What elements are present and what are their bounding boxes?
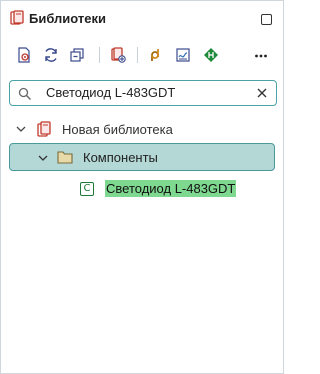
toolbar-separator	[99, 47, 100, 63]
more-button[interactable]	[251, 45, 271, 65]
panel-title: Библиотеки	[29, 11, 107, 26]
restore-window-icon[interactable]	[261, 14, 272, 25]
library-book-icon	[37, 121, 51, 137]
preview-button[interactable]	[14, 45, 34, 65]
tree-item-label: Светодиод L-483GDT	[105, 180, 237, 197]
link-icon	[151, 49, 159, 61]
search-icon	[18, 87, 31, 100]
graph-icon	[176, 48, 190, 62]
more-icon	[255, 54, 267, 58]
search-box	[9, 80, 277, 106]
collapse-all-icon	[70, 48, 84, 62]
library-book-icon	[10, 10, 24, 25]
libraries-panel: Библиотеки Светодиод L-483GDT Новая библ…	[0, 0, 284, 374]
tree-item-label: Компоненты	[83, 150, 158, 165]
chevron-down-icon[interactable]	[37, 152, 49, 164]
collapse-all-button[interactable]	[67, 45, 87, 65]
folder-icon	[57, 151, 73, 164]
tree-item-component[interactable]: C Светодиод L-483GDT	[1, 175, 283, 205]
tree-item-library[interactable]: Новая библиотека	[1, 115, 283, 145]
panel-header: Библиотеки	[1, 1, 283, 37]
component-icon: C	[80, 182, 94, 196]
graph-button[interactable]	[173, 45, 193, 65]
clear-search-icon[interactable]	[256, 87, 268, 99]
add-library-button[interactable]	[108, 45, 128, 65]
tree-item-label: Новая библиотека	[62, 122, 173, 137]
chevron-down-icon[interactable]	[15, 123, 27, 135]
library-toolbar	[1, 43, 283, 69]
link-button[interactable]	[145, 45, 165, 65]
tree-item-folder[interactable]: Компоненты	[9, 143, 275, 171]
component-diagram-button[interactable]	[201, 45, 221, 65]
preview-icon	[18, 47, 30, 63]
component-diagram-icon	[204, 48, 218, 62]
toolbar-separator	[137, 47, 138, 63]
add-library-icon	[111, 47, 126, 63]
refresh-icon	[45, 48, 57, 62]
search-input[interactable]	[46, 83, 246, 102]
refresh-button[interactable]	[41, 45, 61, 65]
